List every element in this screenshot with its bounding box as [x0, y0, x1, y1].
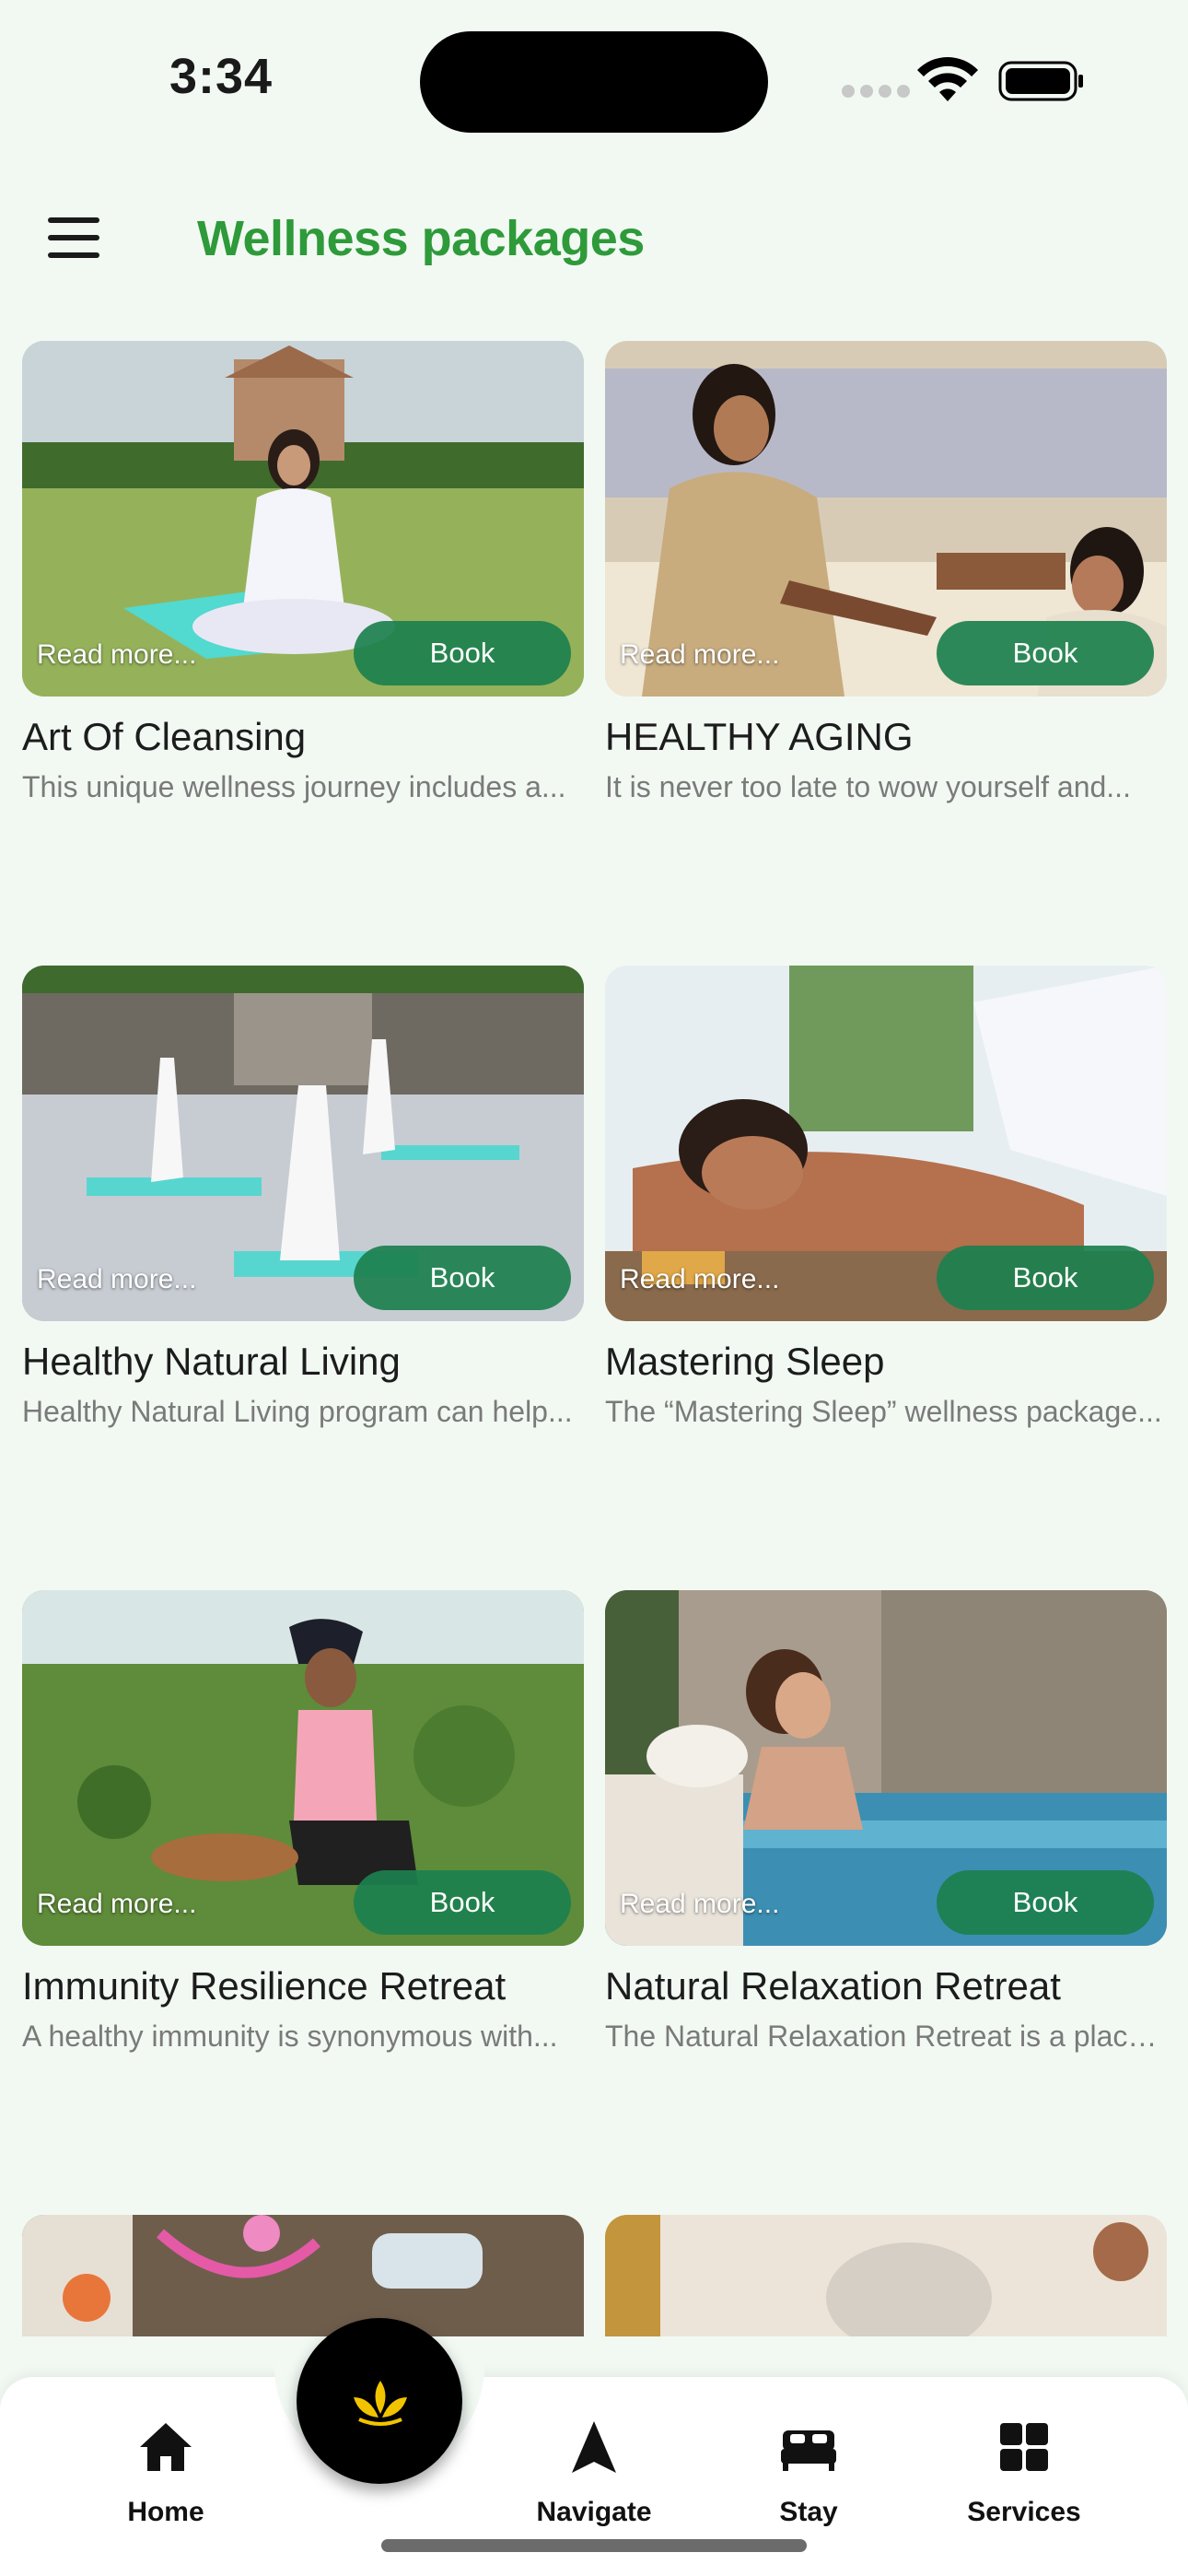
package-card[interactable]: Read more... Book Art Of Cleansing This … [22, 341, 584, 804]
nav-label-stay: Stay [779, 2497, 838, 2527]
package-card[interactable]: Read more... Book Healthy Natural Living… [22, 966, 584, 1429]
nav-label-navigate: Navigate [536, 2497, 652, 2527]
signal-icon [842, 85, 915, 102]
page-title: Wellness packages [197, 211, 645, 266]
package-card[interactable]: Read more... Book Natural Relaxation Ret… [605, 1590, 1167, 2054]
package-title: Immunity Resilience Retreat [22, 1964, 507, 2008]
navigate-arrow-icon [572, 2421, 616, 2473]
package-title: HEALTHY AGING [605, 715, 914, 758]
package-card[interactable]: Read more... Book Immunity Resilience Re… [22, 1590, 584, 2054]
read-more-link[interactable]: Read more... [620, 1264, 779, 1295]
nav-label-home: Home [127, 2497, 204, 2527]
package-description: It is never too late to wow yourself and… [605, 770, 1131, 803]
package-image: Read more... Book [605, 1590, 1167, 1946]
nav-item-navigate[interactable]: Navigate [502, 2418, 686, 2528]
package-image[interactable] [22, 2215, 584, 2336]
package-title: Natural Relaxation Retreat [605, 1964, 1061, 2008]
book-button[interactable]: Book [354, 1246, 571, 1310]
package-image: Read more... Book [22, 1590, 584, 1946]
nav-label-services: Services [967, 2497, 1081, 2527]
hamburger-menu-icon[interactable] [48, 217, 107, 265]
read-more-link[interactable]: Read more... [620, 639, 779, 671]
home-indicator[interactable] [381, 2539, 807, 2552]
status-bar: 3:34 [0, 0, 1188, 157]
dynamic-island [420, 31, 768, 133]
grid-icon [1000, 2423, 1048, 2471]
package-description: This unique wellness journey includes a.… [22, 770, 566, 803]
package-image: Read more... Book [605, 966, 1167, 1321]
package-title: Healthy Natural Living [22, 1340, 401, 1383]
package-image: Read more... Book [22, 341, 584, 697]
read-more-link[interactable]: Read more... [37, 1264, 196, 1295]
package-description: A healthy immunity is synonymous with... [22, 2020, 558, 2053]
package-image: Read more... Book [22, 966, 584, 1321]
book-button[interactable]: Book [937, 1246, 1154, 1310]
bed-icon [781, 2430, 836, 2471]
nav-item-services[interactable]: Services [932, 2418, 1116, 2528]
read-more-link[interactable]: Read more... [37, 1889, 196, 1920]
package-description: The “Mastering Sleep” wellness package..… [605, 1395, 1162, 1428]
package-image: Read more... Book [605, 341, 1167, 697]
book-button[interactable]: Book [354, 1870, 571, 1935]
status-time: 3:34 [169, 49, 274, 104]
package-title: Mastering Sleep [605, 1340, 885, 1383]
lotus-home-button[interactable] [297, 2318, 462, 2484]
book-button[interactable]: Book [937, 1870, 1154, 1935]
read-more-link[interactable]: Read more... [37, 639, 196, 671]
package-title: Art Of Cleansing [22, 715, 307, 758]
wifi-icon [917, 57, 978, 101]
package-description: Healthy Natural Living program can help.… [22, 1395, 573, 1428]
home-icon [140, 2423, 192, 2471]
read-more-link[interactable]: Read more... [620, 1889, 779, 1920]
nav-item-home[interactable]: Home [74, 2418, 258, 2528]
book-button[interactable]: Book [354, 621, 571, 685]
package-card[interactable]: Read more... Book HEALTHY AGING It is ne… [605, 341, 1167, 804]
battery-icon [998, 61, 1083, 101]
package-card[interactable]: Read more... Book Mastering Sleep The “M… [605, 966, 1167, 1429]
package-image[interactable] [605, 2215, 1167, 2336]
package-description: The Natural Relaxation Retreat is a plac… [605, 2020, 1167, 2053]
nav-item-stay[interactable]: Stay [716, 2418, 901, 2528]
book-button[interactable]: Book [937, 621, 1154, 685]
lotus-icon [354, 2381, 407, 2426]
